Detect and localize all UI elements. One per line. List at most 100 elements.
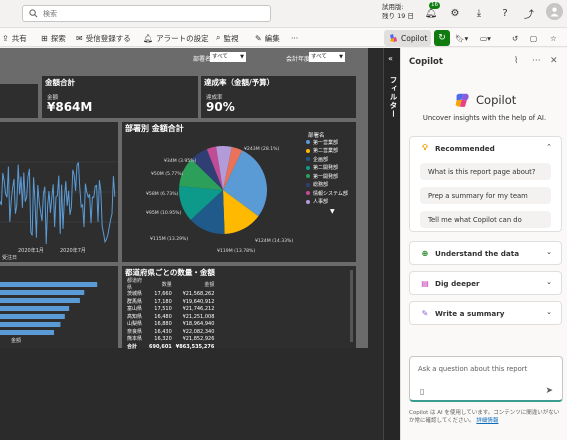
more-button[interactable]: ··· [291,31,298,45]
slicer-year[interactable]: すべて ▼ [309,52,345,62]
bar[interactable] [0,298,80,303]
bookmark-button[interactable]: 🔖︎▾ [455,31,468,45]
pencil-icon: ✎ [255,33,262,43]
table-header-row: 都道府県 数量 金額 [125,277,216,291]
kpi-card-rate[interactable]: 達成率（金額/予算） 達成率 90% [201,76,356,118]
prompt-summary-team[interactable]: Prep a summary for my team [420,187,551,204]
view-button[interactable]: ▭▾ [480,31,491,45]
legend-item[interactable]: 第二開発部 [306,164,348,173]
close-icon[interactable]: ✕ [550,56,558,66]
attach-icon[interactable]: ▯ [420,387,424,396]
legend-item[interactable]: 第二営業部 [306,147,348,156]
chevron-up-icon[interactable]: ⌃ [546,143,552,151]
favorite-button[interactable]: ☆ [550,31,557,45]
table-row[interactable]: 奈良県 16,430 ¥22,082,340 [125,329,216,337]
monitor-icon: ⌕ [216,33,221,42]
prompt-copilot-can-do[interactable]: Tell me what Copilot can do [420,211,551,228]
send-icon[interactable]: ➤ [545,386,553,396]
filter-pane[interactable]: « フィルター [383,48,400,440]
explore-button[interactable]: ⊞ 探索 [41,31,66,45]
subscribe-button[interactable]: ✉ 受信登録する [76,31,131,45]
dig-deeper-section[interactable]: ▤ Dig deeper ⌄ [409,271,562,295]
share-button[interactable]: ⇪ 共有 [2,31,27,45]
avatar[interactable] [546,3,563,20]
chevron-down-icon[interactable]: ⌄ [546,308,552,316]
bar[interactable] [0,322,61,327]
table-cell: 茨城県 [127,291,143,297]
bar-chart[interactable]: 金額 [0,266,118,348]
table-total-row[interactable]: 合計 690,601 ¥863,535,276 [125,344,216,352]
document-icon: ▤ [421,278,429,288]
pie-chart-card[interactable]: 部署別 金額合計 ¥243M (28.1%) ¥124M (14.33%) ¥119… [122,122,356,262]
alerts-button[interactable]: 🔔︎ アラートの設定 [143,31,209,45]
pen-icon: ✎ [421,308,429,318]
table-cell: 17,660 [154,291,172,297]
legend-item[interactable]: 情報システム部 [306,189,348,198]
bar[interactable] [0,314,65,319]
understand-section[interactable]: ⊕ Understand the data ⌄ [409,241,562,265]
table-row[interactable]: 山梨県 16,880 ¥18,964,940 [125,321,216,329]
table-cell: 17,510 [154,306,172,312]
comment-button[interactable]: ▢ [530,31,537,45]
reload-button[interactable]: ↺ [512,31,518,45]
canvas-scrollbar[interactable] [368,48,383,348]
chevron-down-icon[interactable]: ⌄ [546,248,552,256]
share-icon[interactable]: ⤴ [522,6,536,21]
chevron-down-icon: ▼ [240,54,244,60]
x-axis-title: 受注日 [2,255,18,261]
gear-icon[interactable]: ⚙ [448,6,462,20]
slicer-department[interactable]: すべて ▼ [210,52,246,62]
download-icon[interactable]: ⤓ [472,6,486,20]
table-header-cell[interactable]: 金額 [174,277,217,291]
legend-label: 第二営業部 [313,148,339,155]
table-header-cell[interactable]: 数量 [147,277,174,291]
table-row[interactable]: 茨城県 17,660 ¥21,568,262 [125,291,216,299]
help-icon[interactable]: ? [498,6,512,20]
refresh-button[interactable]: ↻ [434,30,450,46]
bar[interactable] [0,330,54,335]
table-row[interactable]: 富山県 17,510 ¥21,746,212 [125,306,216,314]
legend-item[interactable]: 総務部 [306,181,348,190]
legend-item[interactable]: 企画部 [306,155,348,164]
expand-icon[interactable]: « [388,54,393,63]
more-icon[interactable]: ··· [532,56,541,66]
legend-item[interactable]: 第一営業部 [306,138,348,147]
legend-scroll-icon[interactable]: ▼ [330,208,335,215]
filter-pane-label: フィルター [389,76,398,119]
table-scrollbar[interactable] [350,270,353,342]
bar[interactable] [0,282,98,287]
chevron-down-icon[interactable]: ⌄ [546,278,552,286]
monitor-button[interactable]: ⌕ 監視 [216,31,238,45]
prefecture-table[interactable]: 都道府県ごとの数量・金額 都道府県 数量 金額 茨城県 17,660 ¥21,568,2… [122,266,356,350]
legend-dot [306,165,310,170]
legend-item[interactable]: 人事部 [306,198,348,207]
search-box[interactable] [22,5,271,22]
write-summary-section[interactable]: ✎ Write a summary ⌄ [409,301,562,325]
prompt-report-about[interactable]: What is this report page about? [420,163,551,180]
copilot-subtitle: Uncover insights with the help of AI. [422,114,547,122]
line-chart[interactable]: 2020年1月 2020年7月 受注日 [0,122,118,262]
legend-label: 企画部 [313,156,329,163]
edit-button[interactable]: ✎ 編集 [255,31,280,45]
bar[interactable] [0,290,85,295]
recommended-section[interactable]: 💡︎ Recommended ⌃ What is this report page… [409,136,562,232]
table-cell: ¥19,640,912 [182,298,215,305]
table-row[interactable]: 群馬県 17,180 ¥19,640,912 [125,299,216,307]
ask-input[interactable]: Ask a question about this report [418,365,527,373]
ask-box[interactable]: Ask a question about this report ▯ ➤ [409,356,563,402]
bar[interactable] [0,306,70,311]
table-header-cell[interactable]: 都道府県 [125,277,147,291]
person-icon [550,7,559,17]
legend-item[interactable]: 第一開発部 [306,172,348,181]
table-cell: 16,880 [154,321,172,327]
comment-icon: ▢ [530,33,538,43]
x-tick-2: 2020年7月 [60,248,86,254]
search-input[interactable] [43,9,243,18]
table-row[interactable]: 高知県 16,480 ¥21,251,008 [125,314,216,322]
kpi-card-left[interactable] [0,84,38,118]
kpi-card-amount[interactable]: 金額合計 金額 ¥864M [42,76,198,118]
copilot-button[interactable]: Copilot [384,30,432,46]
learn-more-link[interactable]: 詳細情報 [476,418,498,424]
pin-icon[interactable]: ⌇ [514,56,518,66]
table-row[interactable]: 熊本県 16,320 ¥21,852,926 [125,336,216,344]
